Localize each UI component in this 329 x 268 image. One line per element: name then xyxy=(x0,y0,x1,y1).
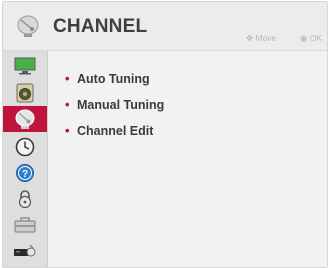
move-icon: ✥ xyxy=(246,33,254,43)
help-question-icon: ? xyxy=(16,164,34,182)
picture-monitor-icon xyxy=(14,57,36,75)
svg-text:?: ? xyxy=(22,169,28,180)
option-toolbox-icon xyxy=(14,217,36,233)
menu-item-manual-tuning[interactable]: Manual Tuning xyxy=(65,92,164,118)
move-hint: ✥ Move xyxy=(246,33,276,44)
sidebar-item-support[interactable]: ? xyxy=(9,162,41,184)
sidebar-item-picture[interactable] xyxy=(9,55,41,77)
sidebar-item-option[interactable] xyxy=(9,214,41,236)
ok-hint-label: OK xyxy=(309,33,323,43)
menu-item-auto-tuning[interactable]: Auto Tuning xyxy=(65,66,164,92)
move-hint-label: Move xyxy=(255,33,277,43)
ok-hint: ◉ OK xyxy=(300,33,322,44)
sidebar-item-channel[interactable] xyxy=(3,106,47,132)
menu-item-channel-edit[interactable]: Channel Edit xyxy=(65,118,164,144)
lock-icon xyxy=(18,190,32,209)
satellite-dish-icon xyxy=(15,13,41,39)
sidebar-item-network[interactable] xyxy=(9,240,41,262)
channel-menu-panel: CHANNEL ✥ Move ◉ OK ? • Auto Tuning • Ma… xyxy=(2,1,328,268)
audio-speaker-icon xyxy=(16,83,34,103)
ok-icon: ◉ xyxy=(300,33,308,43)
channel-menu-list: Auto Tuning Manual Tuning Channel Edit xyxy=(65,66,164,144)
page-title: CHANNEL xyxy=(53,16,148,37)
menu-header: CHANNEL ✥ Move ◉ OK xyxy=(3,2,327,51)
sidebar-item-time[interactable] xyxy=(9,136,41,158)
sidebar-item-audio[interactable] xyxy=(9,82,41,104)
sidebar: ? xyxy=(3,51,48,267)
network-device-icon xyxy=(14,244,36,257)
time-clock-icon xyxy=(15,137,35,157)
channel-dish-icon xyxy=(15,109,35,129)
sidebar-item-lock[interactable] xyxy=(9,188,41,210)
